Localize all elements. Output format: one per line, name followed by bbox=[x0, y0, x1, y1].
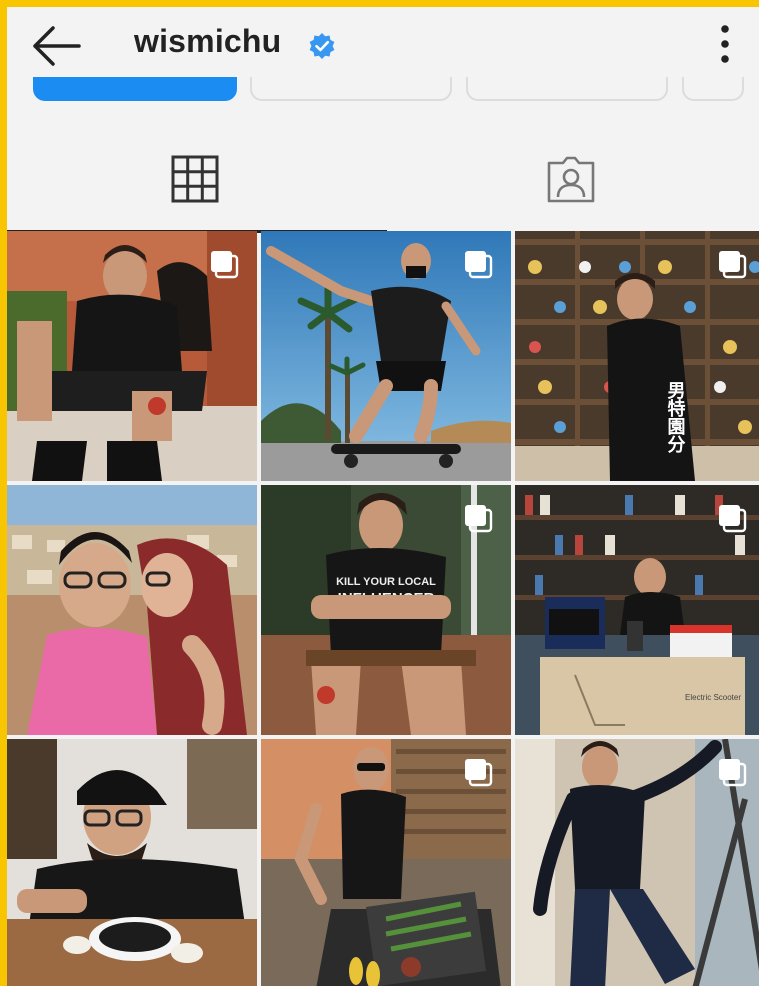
highlight-pill-2[interactable] bbox=[250, 77, 452, 101]
more-options-button[interactable] bbox=[715, 23, 735, 67]
more-vertical-icon bbox=[721, 25, 729, 63]
post-2[interactable] bbox=[261, 231, 511, 481]
post-5-shirt-line1: KILL YOUR LOCAL bbox=[336, 576, 436, 588]
post-9[interactable] bbox=[515, 739, 759, 986]
highlight-pill-4[interactable] bbox=[682, 77, 744, 101]
post-3-jacket-text: 男特園分 bbox=[665, 381, 686, 454]
multiple-photos-icon bbox=[465, 251, 493, 279]
profile-username: wismichu bbox=[134, 23, 282, 59]
highlight-pill-1[interactable] bbox=[33, 77, 237, 101]
post-7-photo bbox=[7, 739, 257, 986]
post-6[interactable]: Electric Scooter bbox=[515, 485, 759, 735]
post-1[interactable] bbox=[7, 231, 257, 481]
post-5[interactable]: KILL YOUR LOCAL INFLUENCER bbox=[261, 485, 511, 735]
posts-grid: 男特園分 KILL YOUR LOCAL Electric Scooter bbox=[7, 231, 759, 986]
multiple-photos-icon bbox=[719, 251, 747, 279]
back-button[interactable] bbox=[29, 21, 83, 71]
multiple-photos-icon bbox=[719, 505, 747, 533]
post-3[interactable]: 男特園分 bbox=[515, 231, 759, 481]
profile-tabs bbox=[7, 137, 759, 233]
multiple-photos-icon bbox=[211, 251, 239, 279]
post-8[interactable] bbox=[261, 739, 511, 986]
highlight-pill-3[interactable] bbox=[466, 77, 668, 101]
profile-screen: wismichu 男特園分 KILL YOUR LOCAL Electric S… bbox=[7, 7, 759, 986]
multiple-photos-icon bbox=[465, 759, 493, 787]
multiple-photos-icon bbox=[719, 759, 747, 787]
post-6-box-label: Electric Scooter bbox=[685, 693, 741, 702]
tab-tagged[interactable] bbox=[383, 137, 759, 233]
post-4-photo bbox=[7, 485, 257, 735]
grid-icon bbox=[171, 155, 219, 203]
arrow-left-icon bbox=[33, 26, 81, 66]
verified-badge-icon bbox=[309, 33, 335, 59]
multiple-photos-icon bbox=[465, 505, 493, 533]
post-7[interactable] bbox=[7, 739, 257, 986]
profile-header: wismichu bbox=[7, 7, 759, 81]
tab-grid[interactable] bbox=[7, 137, 383, 233]
post-4[interactable] bbox=[7, 485, 257, 735]
tagged-person-icon bbox=[547, 156, 595, 203]
